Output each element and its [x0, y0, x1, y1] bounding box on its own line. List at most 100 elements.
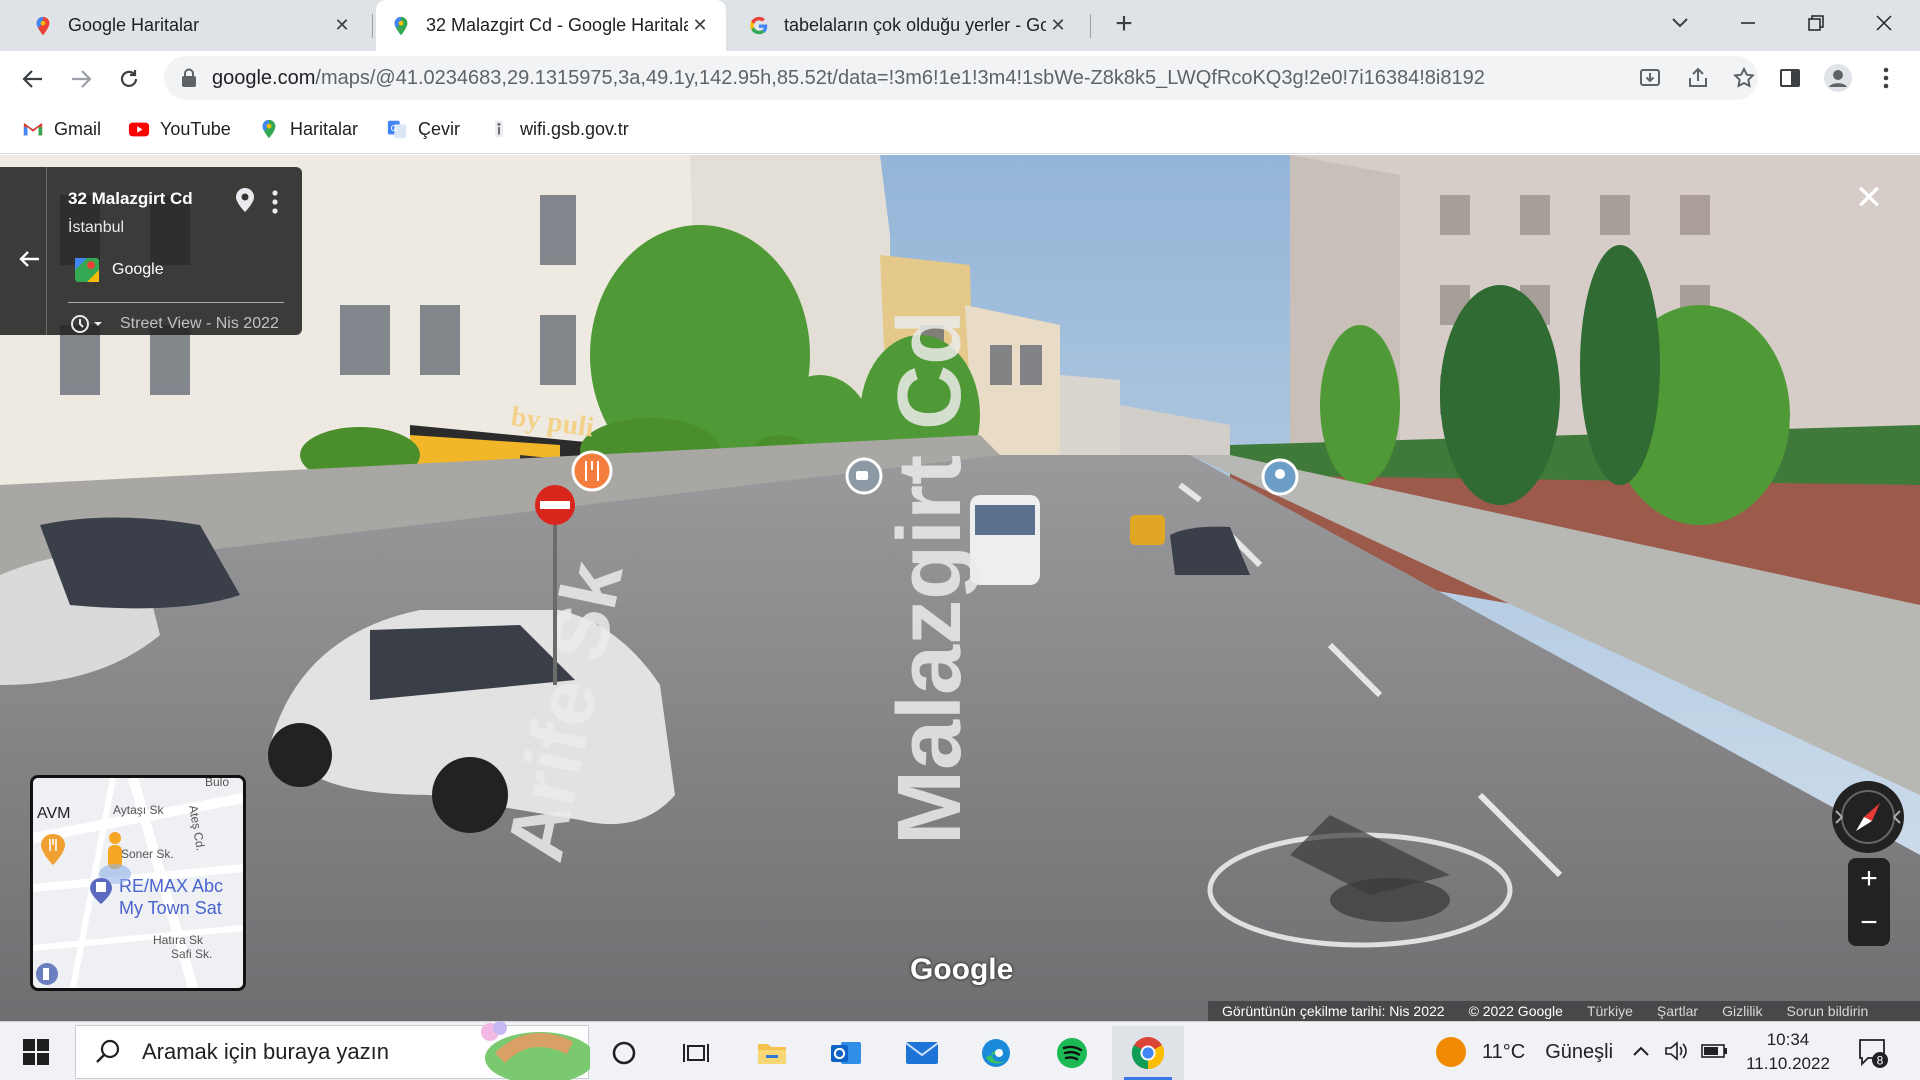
time-travel-history-icon[interactable]	[68, 313, 106, 335]
bookmark-haritalar[interactable]: Haritalar	[258, 114, 358, 144]
compass-button[interactable]	[1832, 781, 1904, 853]
bookmarks-bar: Gmail YouTube Haritalar G Çevir wifi.gsb…	[0, 106, 1920, 154]
bookmark-cevir[interactable]: G Çevir	[386, 114, 460, 144]
show-hidden-icons-button[interactable]	[1626, 1036, 1656, 1066]
bookmark-wifi-gsb[interactable]: wifi.gsb.gov.tr	[488, 114, 629, 144]
notification-center-button[interactable]: 8	[1854, 1034, 1890, 1070]
task-view-button[interactable]	[660, 1026, 732, 1080]
capture-date-label: Street View - Nis 2022	[120, 315, 279, 332]
attribution-bar: Görüntünün çekilme tarihi: Nis 2022 © 20…	[1208, 1001, 1920, 1021]
new-tab-button[interactable]: +	[1106, 7, 1142, 43]
spotify-icon	[1057, 1038, 1087, 1068]
volume-button[interactable]	[1662, 1036, 1692, 1066]
more-vertical-icon[interactable]	[270, 189, 280, 215]
google-maps-pin-icon	[262, 119, 276, 139]
gmail-icon	[23, 123, 43, 136]
tab-close-button[interactable]: ✕	[688, 15, 712, 36]
bookmark-youtube[interactable]: YouTube	[128, 114, 231, 144]
close-street-view-button[interactable]: ✕	[1852, 181, 1886, 217]
report-problem-link[interactable]: Sorun bildirin	[1787, 1003, 1869, 1019]
place-marker[interactable]	[1261, 458, 1299, 496]
close-window-button[interactable]	[1856, 0, 1912, 45]
road-label-main: Malazgirt Cd	[880, 310, 980, 845]
info-icon	[495, 120, 503, 138]
back-button[interactable]	[14, 60, 52, 98]
taskbar-search-box[interactable]: Aramak için buraya yazın	[75, 1021, 590, 1080]
side-panel-button[interactable]	[1772, 60, 1808, 96]
profile-button[interactable]	[1820, 60, 1856, 96]
terms-link[interactable]: Şartlar	[1657, 1003, 1698, 1019]
region-link[interactable]: Türkiye	[1587, 1003, 1633, 1019]
reload-button[interactable]	[110, 60, 148, 98]
edge-button[interactable]	[960, 1026, 1032, 1080]
battery-button[interactable]	[1700, 1036, 1730, 1066]
lock-icon[interactable]	[180, 68, 198, 88]
share-button[interactable]	[1684, 64, 1712, 92]
install-app-button[interactable]	[1636, 64, 1664, 92]
map-pin-icon[interactable]	[234, 187, 256, 213]
mail-button[interactable]	[886, 1026, 958, 1080]
install-icon	[1640, 69, 1660, 86]
bookmark-label: Çevir	[418, 118, 461, 139]
fuel-marker-icon[interactable]	[36, 963, 58, 985]
windows-taskbar: Aramak için buraya yazın 11°C Güneşli 10…	[0, 1021, 1920, 1080]
tab-google-maps[interactable]: Google Haritalar ✕	[18, 0, 368, 51]
location-title: 32 Malazgirt Cd	[68, 189, 193, 208]
restore-icon	[1808, 14, 1824, 31]
bookmark-label: YouTube	[160, 118, 231, 139]
restaurant-marker[interactable]	[571, 450, 613, 492]
map-label-street: Hatıra Sk	[153, 933, 204, 947]
bookmark-star-button[interactable]	[1730, 64, 1758, 92]
tab-close-button[interactable]: ✕	[330, 15, 354, 36]
bookmark-gmail[interactable]: Gmail	[22, 114, 101, 144]
forward-button[interactable]	[62, 60, 100, 98]
weather-widget[interactable]: 11°C Güneşli	[1436, 1032, 1613, 1072]
file-explorer-button[interactable]	[736, 1026, 808, 1080]
speaker-icon	[1665, 1041, 1687, 1061]
chrome-button[interactable]	[1112, 1026, 1184, 1080]
address-bar[interactable]: google.com/maps/@41.0234683,29.1315975,3…	[164, 56, 1758, 100]
zoom-out-button[interactable]: −	[1848, 902, 1890, 946]
tab-close-button[interactable]: ✕	[1046, 15, 1070, 36]
start-button[interactable]	[12, 1034, 60, 1070]
system-clock[interactable]: 10:34 11.10.2022	[1742, 1028, 1834, 1076]
compass-icon	[1835, 790, 1901, 844]
tab-google-search[interactable]: tabelaların çok olduğu yerler - Google'd…	[734, 0, 1084, 51]
map-label-street: Aytaşı Sk	[113, 803, 164, 817]
notification-icon: 8	[1859, 1039, 1888, 1068]
street-view-panorama[interactable]: Malazgirt Cd Arife Sk by puli 32 Malazgi…	[0, 155, 1920, 1021]
minimize-button[interactable]	[1720, 0, 1776, 45]
location-city: İstanbul	[68, 219, 125, 236]
restore-button[interactable]	[1788, 0, 1844, 45]
tab-title: Google Haritalar	[68, 15, 200, 35]
star-icon	[1733, 66, 1755, 88]
tab-malazgirt-maps[interactable]: 32 Malazgirt Cd - Google Haritalar ✕	[376, 0, 726, 51]
map-label-street: Soner Sk.	[121, 847, 174, 861]
spotify-button[interactable]	[1036, 1026, 1108, 1080]
mail-icon	[905, 1042, 939, 1064]
arrow-left-icon	[19, 251, 39, 267]
cortana-button[interactable]	[588, 1026, 660, 1080]
chevron-down-icon	[1672, 17, 1688, 27]
privacy-link[interactable]: Gizlilik	[1722, 1003, 1762, 1019]
url-text[interactable]: google.com/maps/@41.0234683,29.1315975,3…	[212, 67, 1542, 90]
menu-button[interactable]	[1868, 60, 1904, 96]
tab-search-button[interactable]	[1652, 0, 1708, 45]
google-maps-pin-icon	[394, 16, 408, 35]
bookmark-label: Gmail	[54, 118, 102, 139]
zoom-in-button[interactable]: +	[1848, 858, 1890, 902]
map-label-street: Safi Sk.	[171, 947, 212, 961]
imagery-source: Google	[112, 261, 164, 278]
windows-logo-icon	[23, 1039, 49, 1065]
back-to-map-button[interactable]	[18, 247, 40, 275]
outlook-button[interactable]	[810, 1026, 882, 1080]
google-g-icon	[750, 16, 768, 34]
cortana-circle-icon	[612, 1041, 636, 1065]
mini-map[interactable]: AVM Aytaşı Sk Ateş Cd. Soner Sk. RE/MAX …	[30, 775, 246, 991]
reload-icon	[120, 70, 138, 87]
clock-time: 10:34	[1766, 1030, 1810, 1049]
mini-map-canvas[interactable]: AVM Aytaşı Sk Ateş Cd. Soner Sk. RE/MAX …	[33, 778, 243, 988]
map-label-business: My Town Sat	[119, 898, 222, 918]
cafe-marker[interactable]	[845, 457, 883, 495]
copyright-text: © 2022 Google	[1468, 1003, 1563, 1019]
